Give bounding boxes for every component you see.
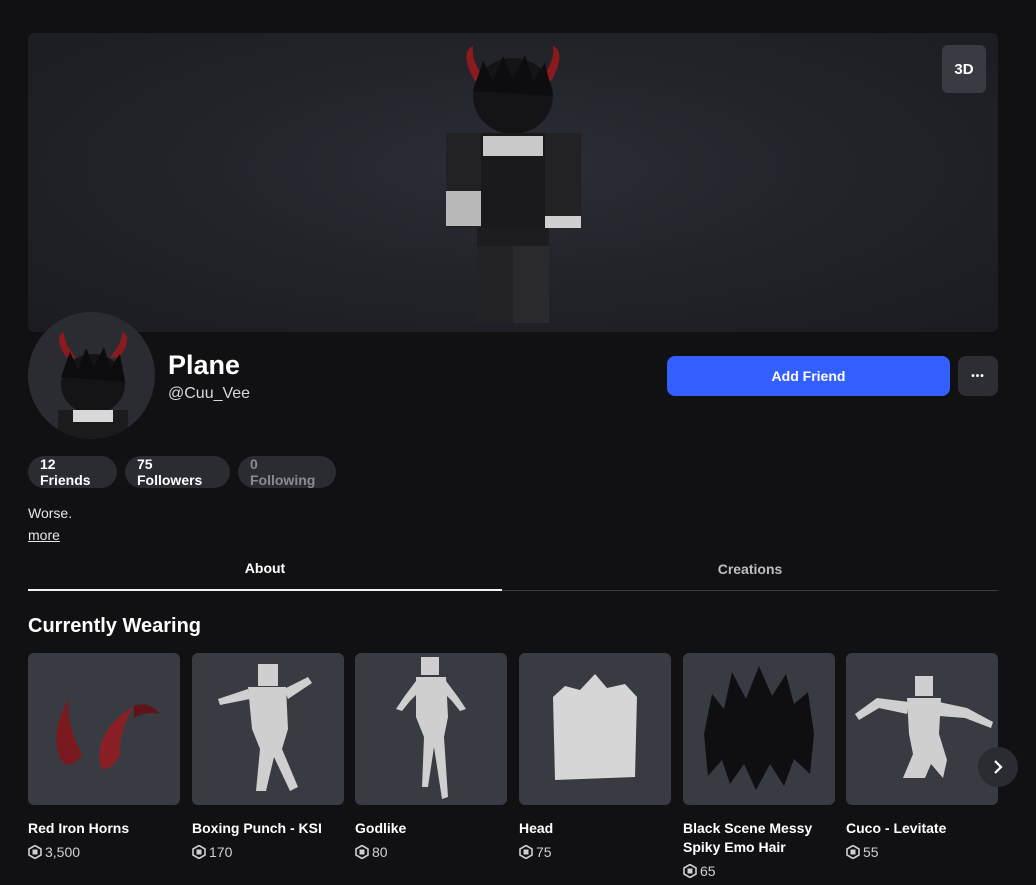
item-price: 65 xyxy=(683,863,835,879)
hair-icon xyxy=(704,666,814,790)
wearing-item[interactable]: Head 75 xyxy=(519,653,671,860)
robux-icon xyxy=(683,864,697,878)
item-thumbnail xyxy=(28,653,180,805)
display-name: Plane xyxy=(168,350,241,380)
item-price-value: 75 xyxy=(536,844,552,860)
item-price-value: 170 xyxy=(209,844,233,860)
item-name: Boxing Punch - KSI xyxy=(192,820,322,836)
chevron-right-icon xyxy=(994,760,1003,774)
item-thumbnail xyxy=(683,653,835,805)
item-price: 3,500 xyxy=(28,844,180,860)
item-price-value: 65 xyxy=(700,863,716,879)
add-friend-button[interactable]: Add Friend xyxy=(667,356,950,396)
robux-icon xyxy=(846,845,860,859)
avatar-banner: 3D xyxy=(28,33,998,332)
robux-icon xyxy=(355,845,369,859)
item-thumbnail xyxy=(846,653,998,805)
wearing-item[interactable]: Black Scene Messy Spiky Emo Hair 65 xyxy=(683,653,835,879)
robux-icon xyxy=(519,845,533,859)
item-name: Red Iron Horns xyxy=(28,820,130,836)
avatar-headshot-image xyxy=(58,332,128,439)
item-name: Godlike xyxy=(355,820,407,836)
robux-icon xyxy=(192,845,206,859)
robux-icon xyxy=(28,845,42,859)
friends-count-button[interactable]: 12 Friends xyxy=(28,456,117,488)
item-price: 55 xyxy=(846,844,998,860)
profile-tabs: About Creations xyxy=(28,546,998,591)
item-thumbnail xyxy=(192,653,344,805)
emote-figure-icon xyxy=(218,664,312,791)
tab-about[interactable]: About xyxy=(28,546,502,591)
wearing-item[interactable]: Godlike 80 xyxy=(355,653,507,860)
item-thumbnail xyxy=(519,653,671,805)
username: @Cuu_Vee xyxy=(168,385,251,402)
currently-wearing-title: Currently Wearing xyxy=(28,615,201,637)
item-price-value: 3,500 xyxy=(45,844,81,860)
bio-more-link[interactable]: more xyxy=(28,527,60,543)
item-price: 80 xyxy=(355,844,507,860)
carousel-next-button[interactable] xyxy=(978,747,1018,787)
horns-icon xyxy=(56,699,160,770)
item-price-value: 80 xyxy=(372,844,388,860)
bio-text: Worse. xyxy=(28,505,73,521)
toggle-3d-button[interactable]: 3D xyxy=(942,45,986,93)
head-icon xyxy=(553,673,637,780)
avatar-3d-render xyxy=(446,46,581,323)
more-options-button[interactable]: ••• xyxy=(958,356,998,396)
emote-figure-icon xyxy=(855,676,993,778)
item-price: 170 xyxy=(192,844,344,860)
item-name: Black Scene Messy Spiky Emo Hair xyxy=(683,820,813,855)
more-options-icon: ••• xyxy=(971,370,985,382)
wearing-item[interactable]: Boxing Punch - KSI 170 xyxy=(192,653,344,860)
followers-count-button[interactable]: 75 Followers xyxy=(125,456,230,488)
tab-creations[interactable]: Creations xyxy=(513,546,987,591)
wearing-item[interactable]: Red Iron Horns 3,500 xyxy=(28,653,180,860)
following-count-button[interactable]: 0 Following xyxy=(238,456,336,488)
avatar-headshot xyxy=(28,312,155,439)
emote-figure-icon xyxy=(396,656,466,799)
item-price-value: 55 xyxy=(863,844,879,860)
item-name: Head xyxy=(519,820,554,836)
item-thumbnail xyxy=(355,653,507,805)
item-price: 75 xyxy=(519,844,671,860)
item-name: Cuco - Levitate xyxy=(846,820,947,836)
wearing-item[interactable]: Cuco - Levitate 55 xyxy=(846,653,998,860)
